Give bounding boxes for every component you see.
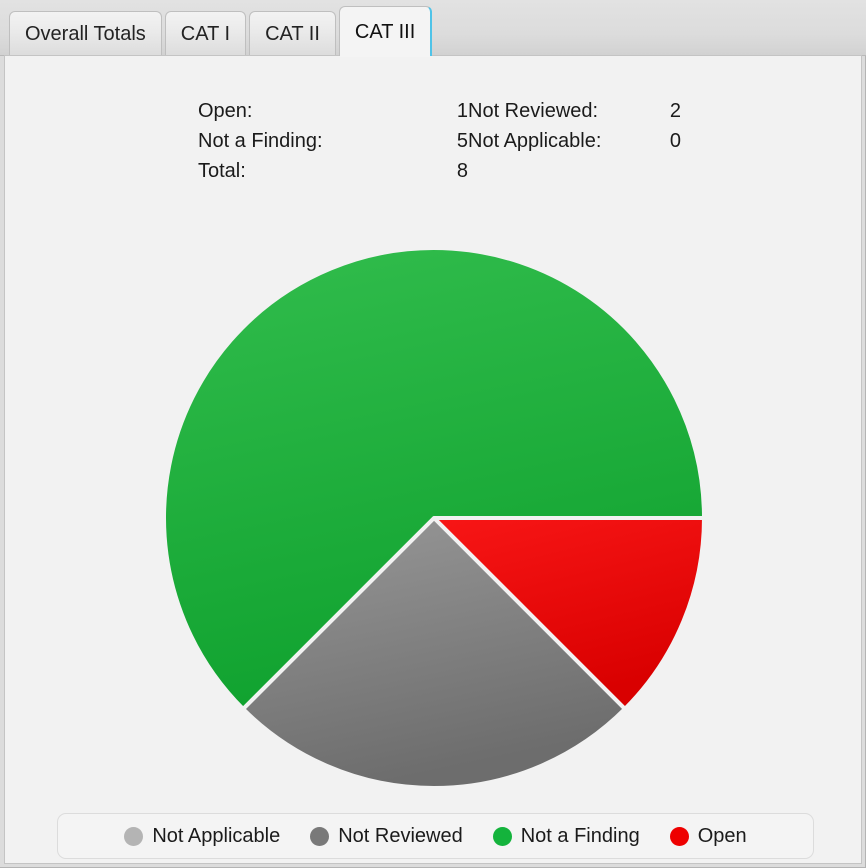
tab-label: Overall Totals: [25, 23, 146, 45]
stat-value-not-reviewed: 2: [669, 100, 681, 122]
legend-label: Not Applicable: [152, 824, 281, 847]
summary-stats: Open: 1 Not Reviewed: 2 Not a Finding: 5…: [198, 100, 681, 182]
pie-slice-not-a-finding[interactable]: [162, 246, 706, 711]
chart-legend: Not Applicable Not Reviewed Not a Findin…: [57, 813, 814, 859]
legend-item-open[interactable]: Open: [669, 824, 747, 848]
pie-slice-open[interactable]: [432, 516, 706, 711]
tab-strip: Overall Totals CAT I CAT II CAT III: [9, 6, 433, 57]
stat-label-open: Open:: [198, 100, 253, 122]
tab-overall-totals[interactable]: Overall Totals: [9, 11, 162, 56]
legend-item-not-a-finding[interactable]: Not a Finding: [492, 824, 640, 848]
legend-swatch-icon: [310, 826, 330, 846]
stat-value-empty: [641, 160, 681, 182]
stat-value-not-applicable: 0: [669, 130, 681, 152]
tab-label: CAT I: [180, 23, 231, 45]
pie-chart-window: Overall Totals CAT I CAT II CAT III Open…: [0, 0, 866, 868]
tab-label: CAT III: [354, 20, 416, 43]
chart-panel: Open: 1 Not Reviewed: 2 Not a Finding: 5…: [4, 55, 862, 864]
legend-label: Not a Finding: [520, 824, 640, 847]
stat-label-not-a-finding: Not a Finding:: [198, 130, 323, 152]
stat-value-open: 1: [456, 100, 468, 122]
legend-item-not-reviewed[interactable]: Not Reviewed: [310, 825, 463, 848]
legend-swatch-icon: [492, 826, 512, 846]
stat-label-not-applicable: Not Applicable:: [468, 130, 602, 152]
tab-bar: Overall Totals CAT I CAT II CAT III: [0, 0, 866, 57]
stat-label-total: Total:: [198, 160, 246, 182]
stat-value-not-a-finding: 5: [456, 130, 468, 152]
stat-label-not-reviewed: Not Reviewed:: [468, 100, 599, 122]
tab-label: CAT II: [265, 23, 320, 45]
stat-value-total: 8: [456, 160, 468, 182]
stat-label-empty: [468, 160, 641, 182]
legend-label: Not Reviewed: [338, 824, 463, 847]
legend-label: Open: [697, 824, 747, 847]
pie-slice-not-reviewed[interactable]: [241, 516, 627, 790]
tab-cat-3[interactable]: CAT III: [338, 6, 433, 57]
legend-swatch-icon: [669, 826, 689, 846]
pie-slice-group: [162, 246, 706, 790]
legend-item-not-applicable[interactable]: Not Applicable: [124, 825, 280, 848]
tab-cat-1[interactable]: CAT I: [164, 11, 247, 56]
tab-cat-2[interactable]: CAT II: [249, 11, 336, 56]
legend-swatch-icon: [124, 826, 144, 846]
